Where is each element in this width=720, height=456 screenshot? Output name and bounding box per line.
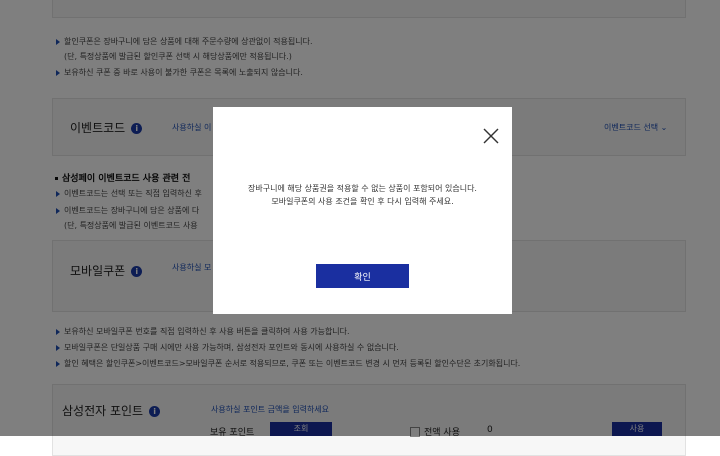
confirm-button[interactable]: 확인 xyxy=(316,264,409,288)
modal-message-line-2: 모바일쿠폰의 사용 조건을 확인 후 다시 입력해 주세요. xyxy=(271,197,454,206)
close-icon[interactable] xyxy=(483,128,499,144)
alert-modal: 장바구니에 해당 상품권을 적용할 수 없는 상품이 포함되어 있습니다. 모바… xyxy=(213,107,512,314)
modal-message: 장바구니에 해당 상품권을 적용할 수 없는 상품이 포함되어 있습니다. 모바… xyxy=(213,182,512,208)
modal-message-line-1: 장바구니에 해당 상품권을 적용할 수 없는 상품이 포함되어 있습니다. xyxy=(248,184,477,193)
